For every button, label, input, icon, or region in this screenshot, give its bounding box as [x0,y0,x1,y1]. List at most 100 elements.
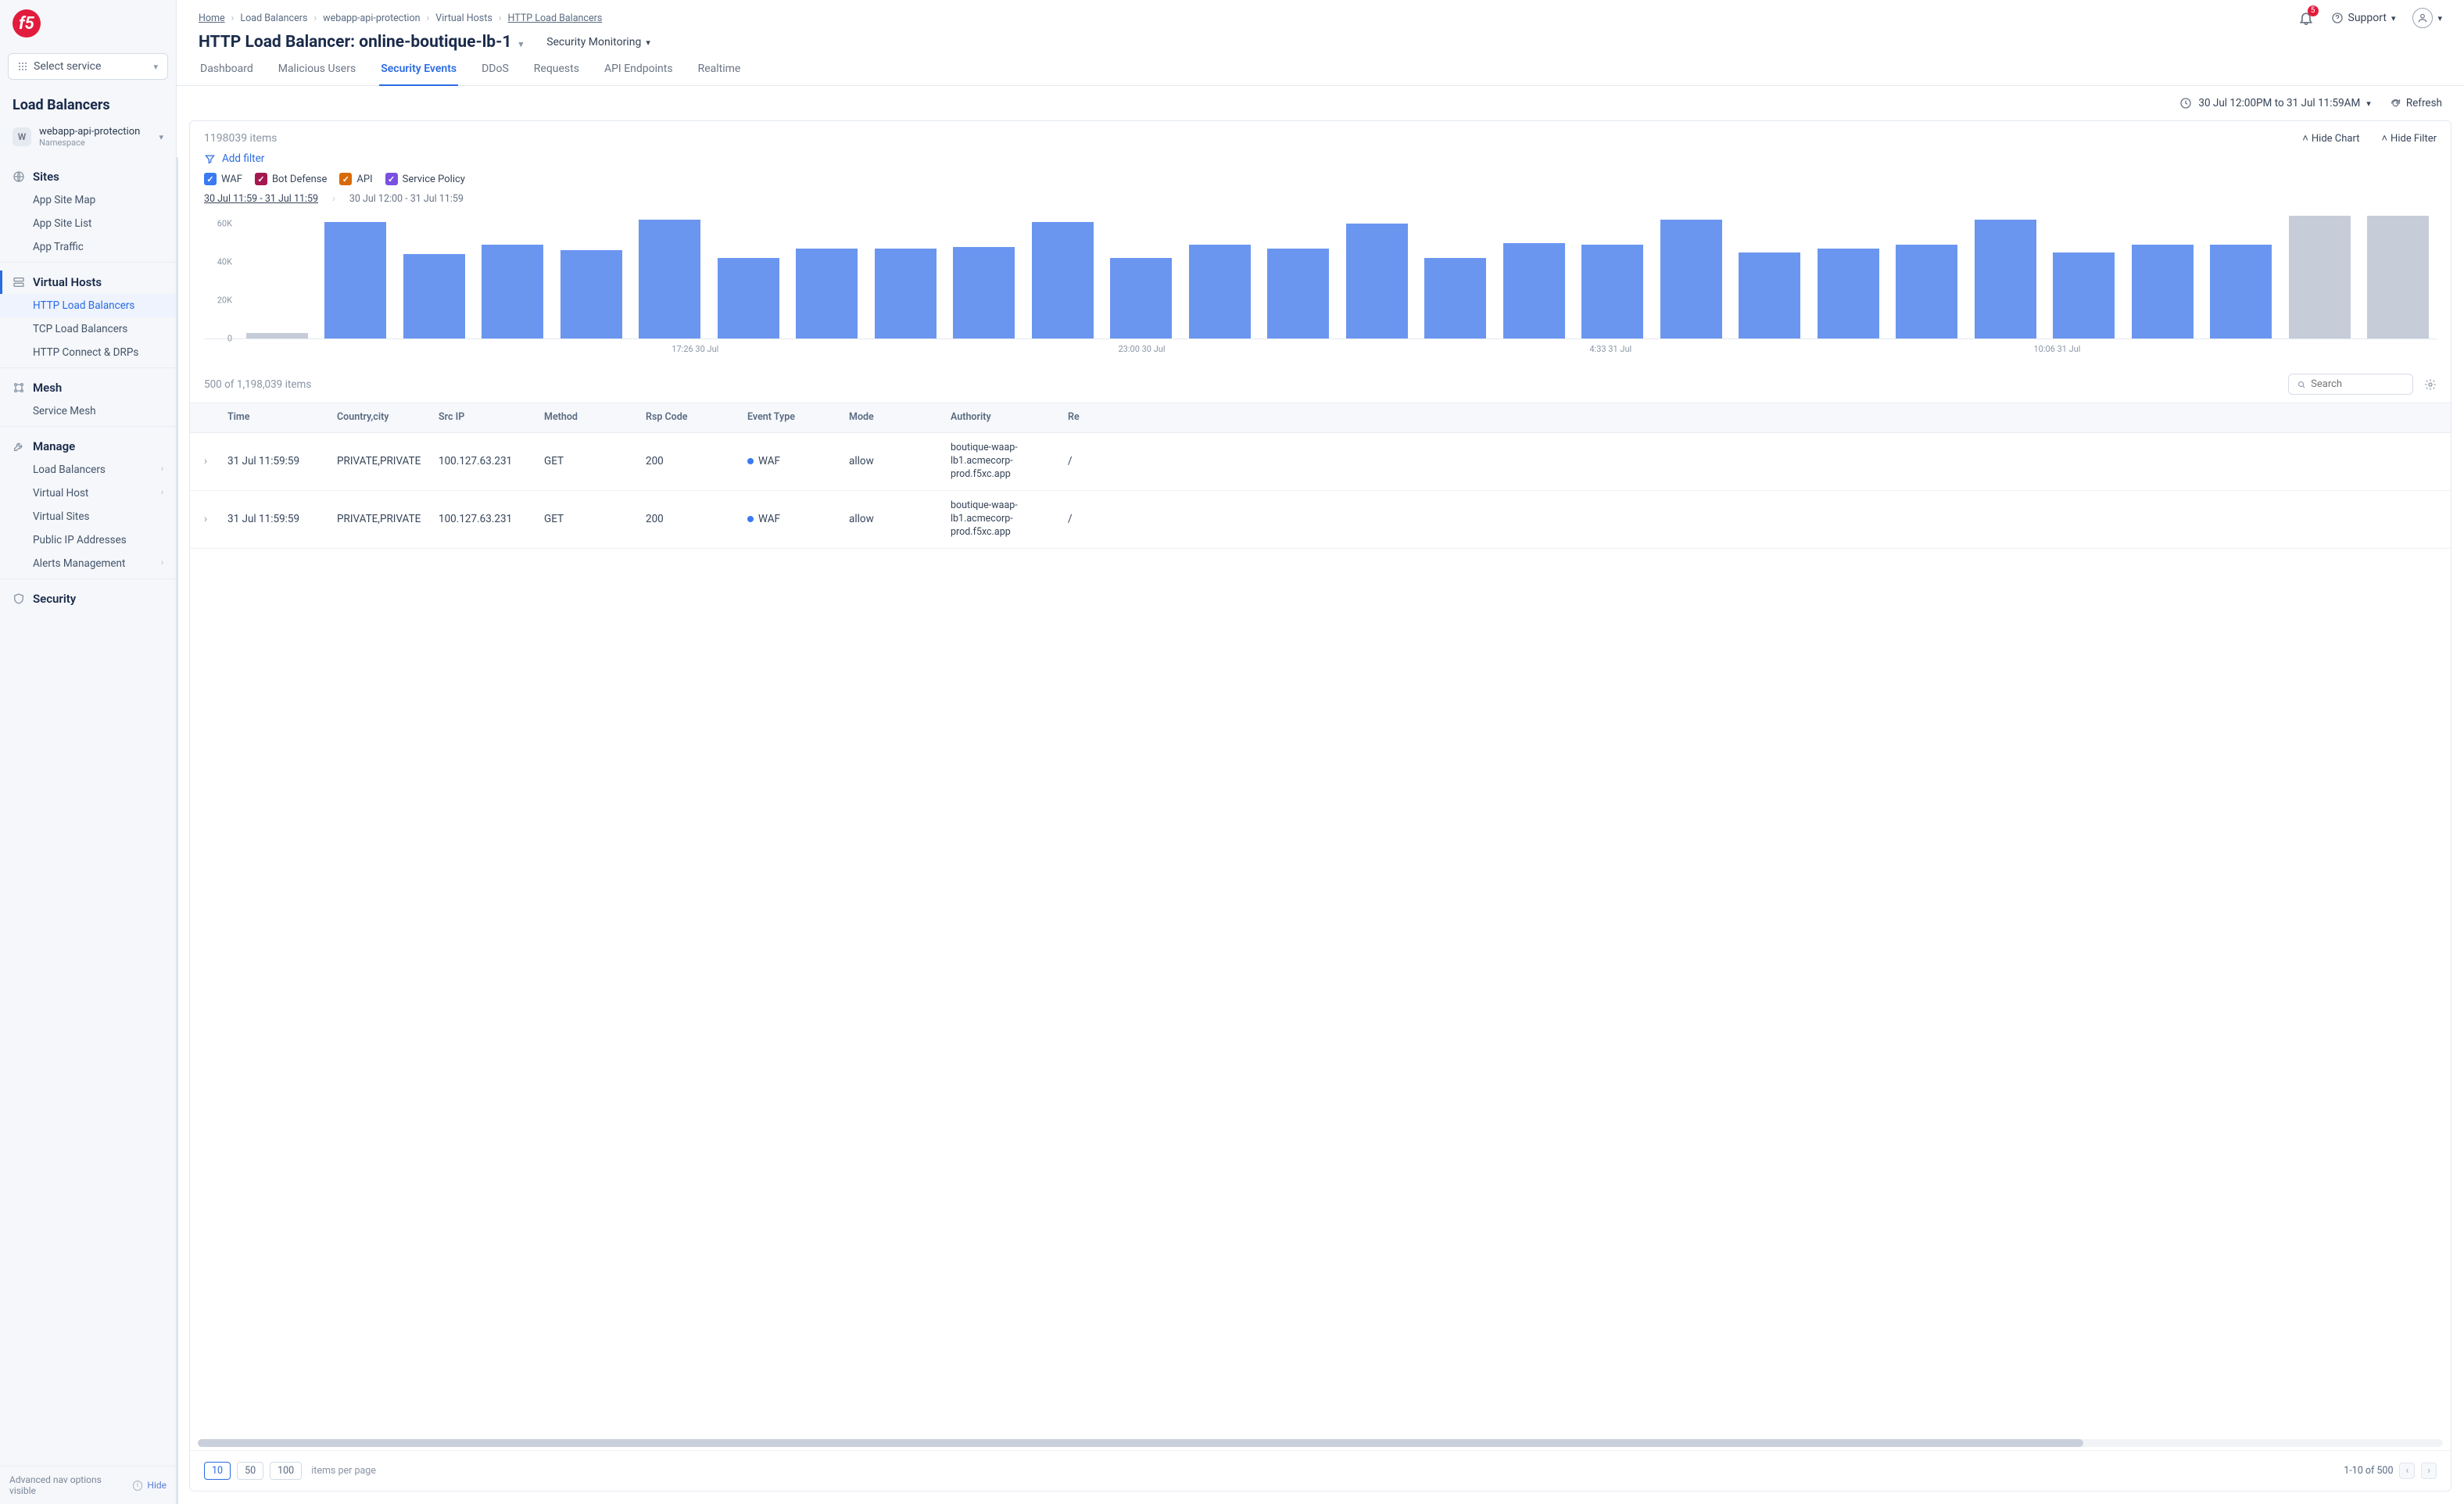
legend-chip[interactable]: ✓Bot Defense [255,173,327,185]
bar-column[interactable] [2124,214,2201,338]
bar-column[interactable] [2046,214,2123,338]
info-icon[interactable]: i [133,1481,143,1491]
sidebar-item-service-mesh[interactable]: Service Mesh [0,399,176,423]
page-size-10[interactable]: 10 [204,1462,231,1480]
col-time[interactable]: Time [221,403,331,432]
tab-requests[interactable]: Requests [532,63,581,85]
search-input[interactable] [2311,378,2405,390]
bar-column[interactable] [2203,214,2280,338]
legend-chip[interactable]: ✓WAF [204,173,242,185]
bar-column[interactable] [1024,214,1101,338]
bar-column[interactable] [1732,214,1809,338]
horizontal-scrollbar[interactable] [198,1439,2443,1447]
bar-column[interactable] [1889,214,1966,338]
col-mode[interactable]: Mode [843,403,944,432]
bar-column[interactable] [238,214,316,338]
page-prev-button[interactable]: ‹ [2399,1463,2415,1479]
breadcrumb-vh[interactable]: Virtual Hosts [435,13,492,24]
bar-column[interactable] [1417,214,1495,338]
sidebar-item-manage-alerts[interactable]: Alerts Management› [0,552,176,575]
bar-column[interactable] [1810,214,1887,338]
nav-head-virtual-hosts[interactable]: Virtual Hosts [0,270,176,294]
nav-head-mesh[interactable]: Mesh [0,376,176,399]
sidebar-item-app-site-list[interactable]: App Site List [0,212,176,235]
expand-row-button[interactable]: › [190,447,221,475]
sidebar-item-manage-public-ip[interactable]: Public IP Addresses [0,528,176,552]
tab-ddos[interactable]: DDoS [480,63,510,85]
nav-head-manage[interactable]: Manage [0,435,176,458]
nav-scroll[interactable]: Sites App Site Map App Site List App Tra… [0,157,178,1504]
page-next-button[interactable]: › [2421,1463,2437,1479]
sidebar-item-manage-virtual-host[interactable]: Virtual Host› [0,482,176,505]
bar-column[interactable] [1338,214,1416,338]
user-menu[interactable]: ▾ [2412,8,2442,28]
bar-column[interactable] [789,214,866,338]
bar-column[interactable] [946,214,1023,338]
col-method[interactable]: Method [538,403,639,432]
bar-column[interactable] [396,214,473,338]
search-input-wrapper[interactable] [2288,374,2413,395]
select-service-dropdown[interactable]: Select service ▾ [8,53,168,80]
table-settings-button[interactable] [2424,378,2437,391]
sidebar-item-http-load-balancers[interactable]: HTTP Load Balancers [0,294,176,317]
legend-chip[interactable]: ✓API [339,173,372,185]
hide-nav-link[interactable]: Hide [147,1480,167,1491]
breadcrumb-lb[interactable]: Load Balancers [240,13,307,24]
security-monitoring-dropdown[interactable]: Security Monitoring ▾ [546,36,650,48]
bar-column[interactable] [1260,214,1338,338]
bar-chart[interactable]: 020K40K60K [204,214,2437,339]
add-filter-button[interactable]: Add filter [190,151,2451,173]
bar-column[interactable] [2281,214,2358,338]
sidebar-item-app-site-map[interactable]: App Site Map [0,188,176,212]
sidebar-item-manage-virtual-sites[interactable]: Virtual Sites [0,505,176,528]
tab-malicious-users[interactable]: Malicious Users [277,63,357,85]
scrollbar-thumb[interactable] [198,1439,2083,1447]
hide-chart-button[interactable]: ˄ Hide Chart [2302,132,2359,145]
bar-column[interactable] [1181,214,1259,338]
table-scroll[interactable]: Time Country,city Src IP Method Rsp Code… [190,403,2451,1436]
sidebar-item-tcp-load-balancers[interactable]: TCP Load Balancers [0,317,176,341]
nav-head-sites[interactable]: Sites [0,165,176,188]
bar-column[interactable] [1653,214,1730,338]
time-range-picker[interactable]: 30 Jul 12:00PM to 31 Jul 11:59AM ▾ [2179,97,2370,109]
bar-column[interactable] [1967,214,2044,338]
tab-realtime[interactable]: Realtime [697,63,743,85]
col-rsp-code[interactable]: Rsp Code [639,403,741,432]
bar-column[interactable] [475,214,552,338]
bar-column[interactable] [317,214,395,338]
expand-row-button[interactable]: › [190,505,221,533]
col-event-type[interactable]: Event Type [741,403,843,432]
col-src-ip[interactable]: Src IP [432,403,538,432]
col-country[interactable]: Country,city [331,403,432,432]
notifications-button[interactable]: 5 [2298,10,2314,26]
tab-security-events[interactable]: Security Events [379,63,458,86]
date-tab-inactive[interactable]: 30 Jul 12:00 - 31 Jul 11:59 [349,193,464,205]
bar-column[interactable] [632,214,709,338]
chevron-down-icon[interactable]: ▾ [519,39,524,49]
col-authority[interactable]: Authority [944,403,1062,432]
tab-dashboard[interactable]: Dashboard [199,63,255,85]
namespace-selector[interactable]: W webapp-api-protection Namespace ▾ [0,121,176,157]
support-dropdown[interactable]: Support ▾ [2331,12,2396,24]
nav-head-security[interactable]: Security [0,587,176,611]
page-size-50[interactable]: 50 [237,1462,263,1480]
tab-api-endpoints[interactable]: API Endpoints [603,63,675,85]
refresh-button[interactable]: Refresh [2390,97,2442,109]
col-re[interactable]: Re [1062,403,1093,432]
bar-column[interactable] [867,214,944,338]
sidebar-item-http-connect-drps[interactable]: HTTP Connect & DRPs [0,341,176,364]
hide-filter-button[interactable]: ˄ Hide Filter [2381,132,2437,145]
sidebar-item-app-traffic[interactable]: App Traffic [0,235,176,259]
legend-chip[interactable]: ✓Service Policy [385,173,465,185]
table-row[interactable]: ›31 Jul 11:59:59PRIVATE,PRIVATE100.127.6… [190,433,2451,491]
breadcrumb-home[interactable]: Home [199,13,225,24]
breadcrumb-ns[interactable]: webapp-api-protection [323,13,420,24]
sidebar-item-manage-load-balancers[interactable]: Load Balancers› [0,458,176,482]
bar-column[interactable] [2360,214,2437,338]
table-row[interactable]: ›31 Jul 11:59:59PRIVATE,PRIVATE100.127.6… [190,491,2451,549]
date-tab-active[interactable]: 30 Jul 11:59 - 31 Jul 11:59 [204,193,318,205]
bar-column[interactable] [710,214,787,338]
bar-column[interactable] [553,214,630,338]
bar-column[interactable] [1574,214,1652,338]
bar-column[interactable] [1495,214,1573,338]
